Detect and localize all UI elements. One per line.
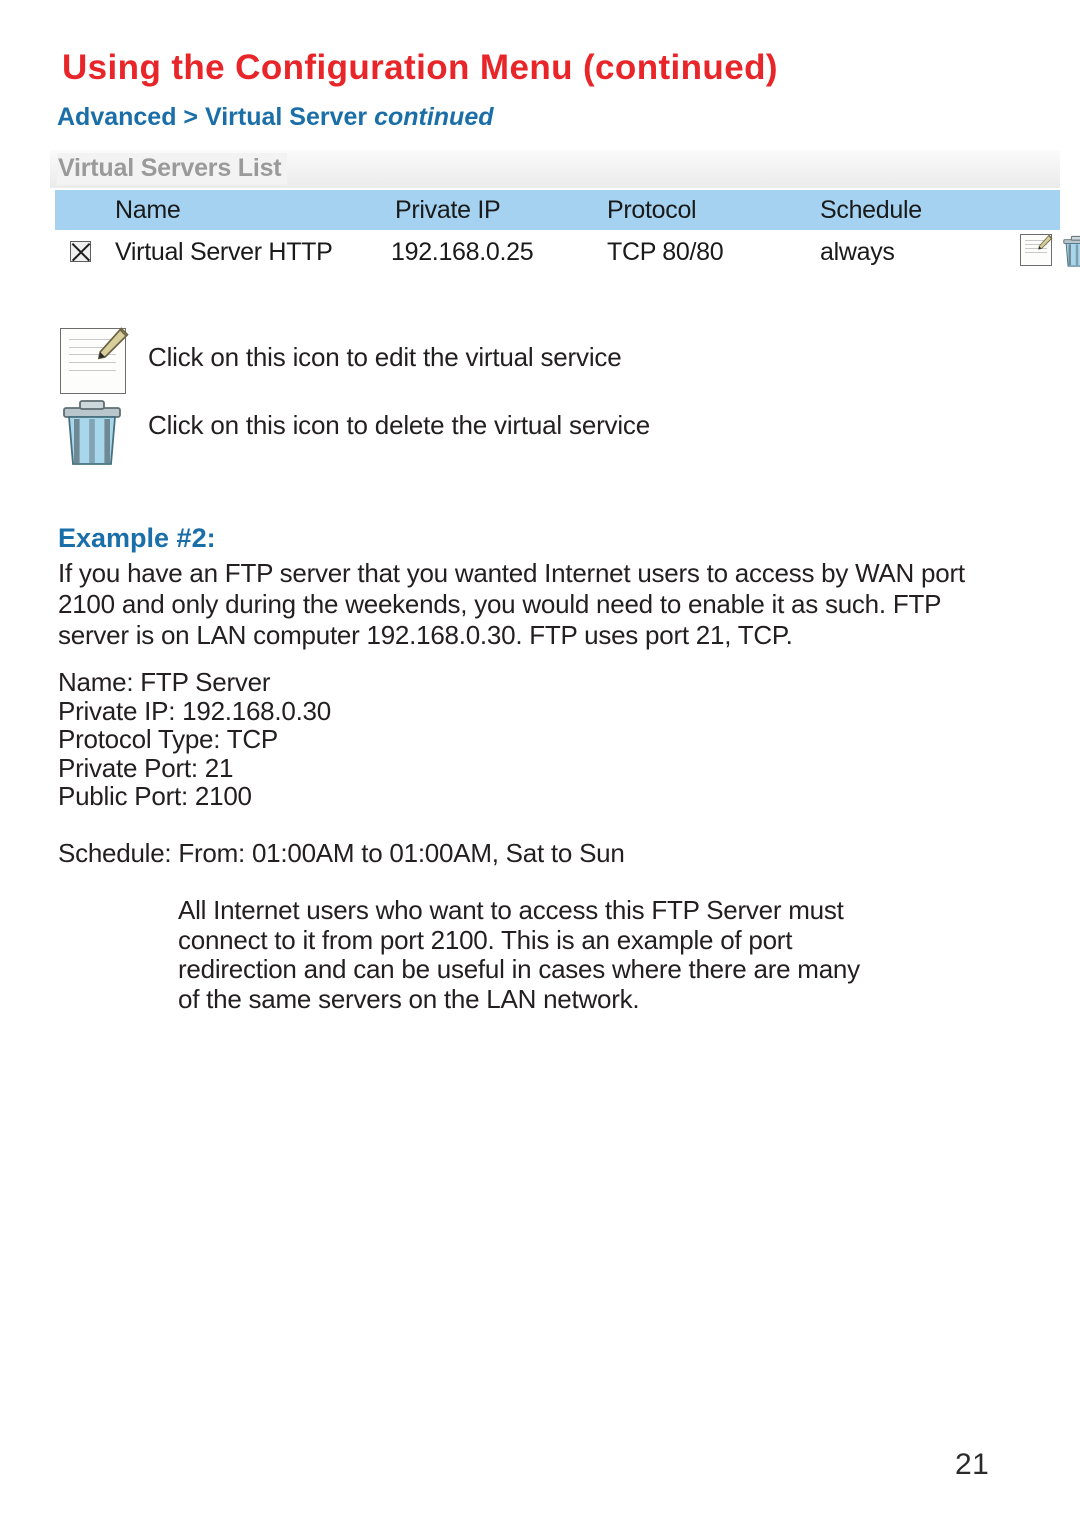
example-note-paragraph: All Internet users who want to access th… xyxy=(178,895,860,1014)
table-row: Virtual Server HTTP 192.168.0.25 TCP 80/… xyxy=(55,230,1080,276)
page-title: Using the Configuration Menu (continued) xyxy=(62,48,778,87)
instruction-delete-label: Click on this icon to delete the virtual… xyxy=(148,410,650,440)
panel-title: Virtual Servers List xyxy=(57,153,288,185)
cell-private-ip: 192.168.0.25 xyxy=(391,238,534,266)
virtual-servers-list-panel: Virtual Servers List Name Private IP Pro… xyxy=(50,148,1080,288)
instruction-edit-icon-wrapper xyxy=(60,327,129,399)
example-heading: Example #2: xyxy=(58,523,216,553)
example-intro-paragraph: If you have an FTP server that you wante… xyxy=(58,558,965,650)
breadcrumb: Advanced > Virtual Server continued xyxy=(57,103,494,132)
breadcrumb-main: Advanced > Virtual Server xyxy=(57,103,375,131)
instruction-delete-icon-wrapper xyxy=(60,396,124,473)
edit-icon-pencil xyxy=(1038,234,1053,250)
column-header-protocol: Protocol xyxy=(607,196,697,224)
example-spec-list: Name: FTP Server Private IP: 192.168.0.3… xyxy=(58,667,331,811)
row-enable-checkbox[interactable] xyxy=(70,241,91,262)
edit-icon-pencil xyxy=(97,327,129,360)
delete-icon[interactable] xyxy=(60,396,124,468)
cell-name: Virtual Server HTTP xyxy=(115,238,333,266)
example-schedule-line: Schedule: From: 01:00AM to 01:00AM, Sat … xyxy=(58,838,625,868)
delete-icon-trash-can xyxy=(63,400,121,465)
delete-icon[interactable] xyxy=(1062,234,1080,268)
column-header-name: Name xyxy=(115,196,181,224)
instruction-edit-label: Click on this icon to edit the virtual s… xyxy=(148,342,622,372)
breadcrumb-continued-label: continued xyxy=(374,103,494,131)
edit-icon[interactable] xyxy=(60,327,129,394)
table-header-row: Name Private IP Protocol Schedule xyxy=(55,190,1060,230)
page-number: 21 xyxy=(955,1448,990,1481)
delete-icon-trash-can xyxy=(1063,235,1080,267)
cell-protocol: TCP 80/80 xyxy=(607,238,724,266)
cell-schedule: always xyxy=(820,238,895,266)
instruction-delete: Click on this icon to delete the virtual… xyxy=(60,396,1020,466)
row-action-icons xyxy=(1020,234,1080,272)
column-header-schedule: Schedule xyxy=(820,196,922,224)
column-header-private-ip: Private IP xyxy=(395,196,501,224)
edit-icon[interactable] xyxy=(1020,234,1053,266)
instruction-edit: Click on this icon to edit the virtual s… xyxy=(60,327,1020,399)
